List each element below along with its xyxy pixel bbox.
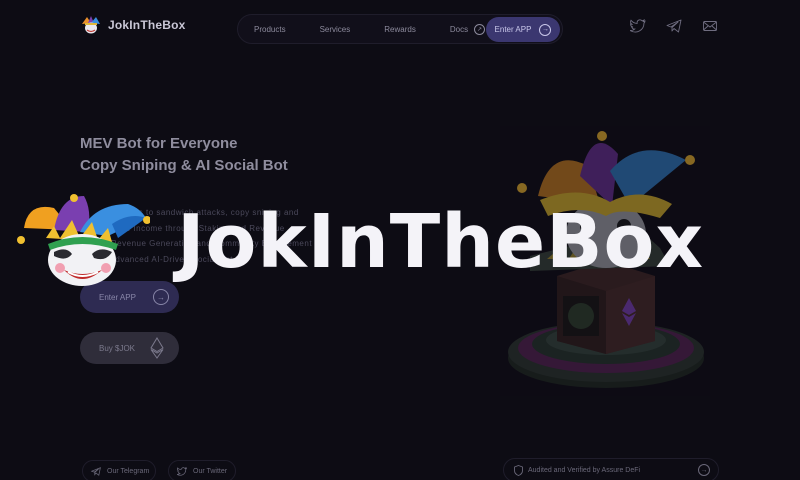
- main-nav: Products Services Rewards Docs ↗ Enter A…: [237, 14, 563, 44]
- hero-title-line-2: Copy Sniping & AI Social Bot: [80, 157, 288, 174]
- telegram-icon[interactable]: [666, 19, 682, 33]
- nav-item-label: Services: [319, 24, 351, 34]
- twitter-icon: [177, 466, 187, 476]
- audit-badge[interactable]: Audited and Verified by Assure DeFi →: [503, 458, 719, 480]
- external-link-icon: ↗: [474, 23, 486, 35]
- arrow-right-icon: →: [153, 289, 169, 305]
- landing-page: JokInTheBox Products Services Rewards Do…: [0, 0, 800, 480]
- overlay-title: JokInTheBox: [177, 199, 705, 285]
- telegram-icon: [91, 466, 101, 476]
- nav-item-docs[interactable]: Docs ↗: [449, 23, 486, 35]
- nav-item-label: Docs: [449, 24, 469, 34]
- hero-title-line-1: MEV Bot for Everyone: [80, 135, 238, 152]
- twitter-link[interactable]: Our Twitter: [168, 460, 236, 480]
- nav-enter-app-button[interactable]: Enter APP →: [486, 17, 560, 42]
- jester-logo-icon: [82, 16, 100, 34]
- telegram-link-label: Our Telegram: [107, 467, 150, 475]
- ethereum-icon: [150, 337, 164, 359]
- nav-item-rewards[interactable]: Rewards: [384, 25, 416, 34]
- buy-jok-label: Buy $JOK: [99, 343, 136, 353]
- arrow-right-icon: →: [539, 23, 552, 36]
- buy-jok-button[interactable]: Buy $JOK: [80, 332, 179, 364]
- twitter-icon[interactable]: [630, 19, 646, 33]
- telegram-link[interactable]: Our Telegram: [82, 460, 156, 480]
- nav-item-label: Rewards: [384, 24, 416, 34]
- social-links: [630, 19, 718, 33]
- arrow-right-icon: →: [698, 464, 710, 476]
- twitter-link-label: Our Twitter: [193, 467, 228, 475]
- hero-enter-app-label: Enter APP: [99, 292, 136, 302]
- nav-item-products[interactable]: Products: [254, 25, 286, 34]
- shield-check-icon: [514, 465, 523, 476]
- mail-icon[interactable]: [702, 19, 718, 33]
- nav-item-services[interactable]: Services: [320, 25, 351, 34]
- hero-title: MEV Bot for Everyone Copy Sniping & AI S…: [80, 133, 288, 177]
- audit-label: Audited and Verified by Assure DeFi: [528, 466, 641, 474]
- brand[interactable]: JokInTheBox: [80, 15, 186, 35]
- nav-item-label: Products: [254, 24, 286, 34]
- brand-name: JokInTheBox: [108, 18, 186, 32]
- jester-head-illustration: [17, 194, 150, 286]
- enter-app-label: Enter APP: [494, 25, 532, 34]
